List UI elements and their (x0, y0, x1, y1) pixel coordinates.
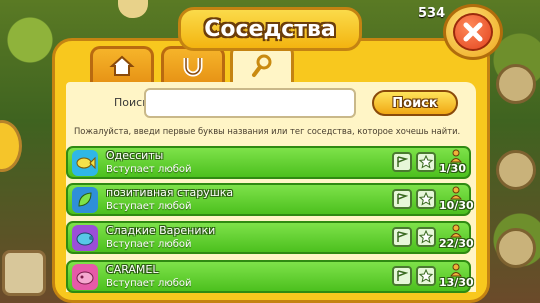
star-icon[interactable] (416, 227, 436, 247)
member-count: 10/30 (439, 199, 474, 212)
title-plate: Соседства (178, 7, 362, 51)
horseshoe-icon (183, 57, 203, 76)
background-shop-button (2, 250, 46, 296)
join-policy: Вступает любой (106, 278, 192, 289)
neighborhood-name: Сладкие Вареники (106, 224, 216, 237)
star-icon[interactable] (416, 266, 436, 286)
flag-icon[interactable] (392, 227, 412, 247)
tab-horseshoe[interactable] (161, 46, 225, 82)
member-count: 1/30 (439, 162, 466, 175)
tab-home[interactable] (90, 46, 154, 82)
cow-icon (72, 264, 98, 290)
background-side-button (496, 228, 536, 268)
background-side-button (496, 64, 536, 104)
member-count: 22/30 (439, 237, 474, 250)
close-icon (453, 13, 493, 51)
star-icon[interactable] (416, 152, 436, 172)
background-side-button (496, 150, 536, 190)
leaf-icon (72, 187, 98, 213)
neighborhood-row[interactable]: CARAMEL Вступает любой 13/30 (66, 260, 474, 293)
join-policy: Вступает любой (106, 164, 192, 175)
flag-icon[interactable] (392, 266, 412, 286)
close-button[interactable] (443, 4, 503, 60)
flag-icon[interactable] (392, 189, 412, 209)
search-button[interactable]: Поиск (372, 90, 458, 116)
join-policy: Вступает любой (106, 201, 192, 212)
neighborhood-row[interactable]: позитивная старушка Вступает любой 10/30 (66, 183, 474, 216)
background-counter: 534 (418, 6, 446, 21)
neighborhood-row[interactable]: Одесситы Вступает любой 1/30 (66, 146, 471, 179)
search-hint: Пожалуйста, введи первые буквы названия … (74, 126, 461, 136)
dialog-title: Соседства (204, 16, 336, 42)
neighborhood-name: Одесситы (106, 149, 164, 162)
house-icon (109, 55, 135, 76)
search-input[interactable] (144, 88, 356, 118)
member-count: 13/30 (439, 276, 474, 289)
neighborhood-row[interactable]: Сладкие Вареники Вступает любой 22/30 (66, 221, 474, 254)
neighborhood-name: позитивная старушка (106, 186, 234, 199)
star-icon[interactable] (416, 189, 436, 209)
flag-icon[interactable] (392, 152, 412, 172)
pig-icon (72, 225, 98, 251)
join-policy: Вступает любой (106, 239, 192, 250)
magnifier-icon (252, 54, 272, 77)
fish-icon (72, 150, 98, 176)
neighborhood-name: CARAMEL (106, 263, 159, 276)
